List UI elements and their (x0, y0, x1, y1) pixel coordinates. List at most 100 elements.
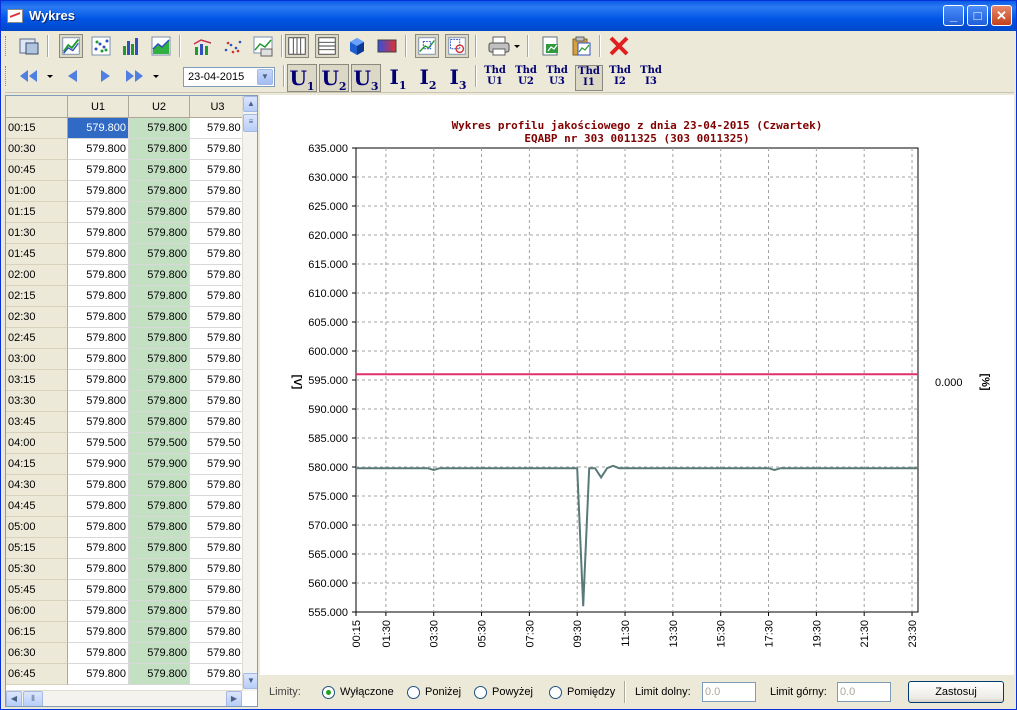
column-header-u2[interactable]: U2 (129, 96, 190, 118)
radio-above[interactable] (474, 686, 487, 699)
scroll-right-icon[interactable]: ▶ (226, 691, 242, 706)
table-row[interactable]: 00:30 579.800 579.800 579.80 (6, 139, 246, 160)
u1-cell[interactable]: 579.800 (68, 139, 129, 160)
time-cell[interactable]: 00:45 (6, 160, 68, 181)
table-row[interactable]: 00:15 579.800 579.800 579.80 (6, 118, 246, 139)
u1-cell[interactable]: 579.800 (68, 622, 129, 643)
u3-cell[interactable]: 579.80 (190, 664, 246, 685)
column-header-u1[interactable]: U1 (68, 96, 129, 118)
table-row[interactable]: 03:00 579.800 579.800 579.80 (6, 349, 246, 370)
copy-clipboard-icon[interactable] (569, 34, 593, 58)
bar-chart-icon[interactable] (119, 34, 143, 58)
time-cell[interactable]: 00:30 (6, 139, 68, 160)
table-row[interactable]: 05:45 579.800 579.800 579.80 (6, 580, 246, 601)
chevron-down-icon[interactable]: ▼ (257, 69, 273, 85)
time-cell[interactable]: 01:45 (6, 244, 68, 265)
table-row[interactable]: 06:00 579.800 579.800 579.80 (6, 601, 246, 622)
thd-u3-button[interactable]: Thd U3 (543, 65, 571, 91)
table-row[interactable]: 01:15 579.800 579.800 579.80 (6, 202, 246, 223)
hscroll-thumb[interactable]: ⦀ (23, 691, 43, 706)
u3-cell[interactable]: 579.50 (190, 433, 246, 454)
u1-cell[interactable]: 579.800 (68, 412, 129, 433)
previous-day-icon[interactable] (61, 64, 85, 88)
u3-cell[interactable]: 579.80 (190, 118, 246, 139)
table-row[interactable]: 06:30 579.800 579.800 579.80 (6, 643, 246, 664)
time-cell[interactable]: 05:45 (6, 580, 68, 601)
u3-cell[interactable]: 579.80 (190, 391, 246, 412)
vertical-scrollbar[interactable]: ▲ ≡ ▼ (242, 96, 257, 691)
u1-cell[interactable]: 579.800 (68, 643, 129, 664)
u2-cell[interactable]: 579.800 (129, 139, 190, 160)
u2-cell[interactable]: 579.800 (129, 223, 190, 244)
u2-cell[interactable]: 579.900 (129, 454, 190, 475)
u1-cell[interactable]: 579.800 (68, 265, 129, 286)
u2-cell[interactable]: 579.800 (129, 559, 190, 580)
time-cell[interactable]: 04:15 (6, 454, 68, 475)
table-row[interactable]: 02:00 579.800 579.800 579.80 (6, 265, 246, 286)
time-cell[interactable]: 04:00 (6, 433, 68, 454)
time-cell[interactable]: 03:15 (6, 370, 68, 391)
time-cell[interactable]: 03:30 (6, 391, 68, 412)
u3-cell[interactable]: 579.80 (190, 286, 246, 307)
u2-cell[interactable]: 579.800 (129, 496, 190, 517)
close-window-button[interactable]: ✕ (991, 5, 1012, 26)
u2-cell[interactable]: 579.500 (129, 433, 190, 454)
time-cell[interactable]: 02:45 (6, 328, 68, 349)
u1-cell[interactable]: 579.800 (68, 559, 129, 580)
table-row[interactable]: 05:00 579.800 579.800 579.80 (6, 517, 246, 538)
u3-cell[interactable]: 579.80 (190, 265, 246, 286)
u1-cell[interactable]: 579.800 (68, 664, 129, 685)
u2-cell[interactable]: 579.800 (129, 475, 190, 496)
upper-limit-input[interactable]: 0.0 (837, 682, 891, 702)
u3-cell[interactable]: 579.80 (190, 202, 246, 223)
i3-button[interactable]: I3 (443, 64, 473, 92)
u1-cell[interactable]: 579.800 (68, 391, 129, 412)
time-cell[interactable]: 02:30 (6, 307, 68, 328)
u1-cell[interactable]: 579.800 (68, 202, 129, 223)
3d-view-icon[interactable] (345, 34, 369, 58)
u3-cell[interactable]: 579.80 (190, 160, 246, 181)
time-cell[interactable]: 02:15 (6, 286, 68, 307)
time-cell[interactable]: 06:00 (6, 601, 68, 622)
u3-cell[interactable]: 579.80 (190, 328, 246, 349)
radio-between-label[interactable]: Pomiędzy (567, 686, 615, 698)
points-chart-icon[interactable] (221, 34, 245, 58)
time-cell[interactable]: 01:15 (6, 202, 68, 223)
i2-button[interactable]: I2 (413, 64, 443, 92)
u3-cell[interactable]: 579.80 (190, 181, 246, 202)
table-row[interactable]: 01:45 579.800 579.800 579.80 (6, 244, 246, 265)
table-row[interactable]: 04:00 579.500 579.500 579.50 (6, 433, 246, 454)
u2-cell[interactable]: 579.800 (129, 307, 190, 328)
u2-cell[interactable]: 579.800 (129, 118, 190, 139)
radio-off[interactable] (322, 686, 335, 699)
zoom-chart-icon[interactable] (415, 34, 439, 58)
background-color-icon[interactable] (375, 34, 399, 58)
u3-cell[interactable]: 579.80 (190, 643, 246, 664)
u3-cell[interactable]: 579.90 (190, 454, 246, 475)
time-cell[interactable]: 03:00 (6, 349, 68, 370)
column-header-u3[interactable]: U3 (190, 96, 246, 118)
table-row[interactable]: 03:15 579.800 579.800 579.80 (6, 370, 246, 391)
u1-cell[interactable]: 579.800 (68, 349, 129, 370)
u3-cell[interactable]: 579.80 (190, 622, 246, 643)
table-row[interactable]: 06:15 579.800 579.800 579.80 (6, 622, 246, 643)
u3-cell[interactable]: 579.80 (190, 601, 246, 622)
u2-cell[interactable]: 579.800 (129, 349, 190, 370)
i1-button[interactable]: I1 (383, 64, 413, 92)
u2-cell[interactable]: 579.800 (129, 601, 190, 622)
u1-cell[interactable]: 579.800 (68, 286, 129, 307)
table-row[interactable]: 03:30 579.800 579.800 579.80 (6, 391, 246, 412)
forward-last-icon[interactable] (123, 64, 161, 88)
time-cell[interactable]: 05:30 (6, 559, 68, 580)
u1-cell[interactable]: 579.800 (68, 601, 129, 622)
u3-cell[interactable]: 579.80 (190, 580, 246, 601)
u2-cell[interactable]: 579.800 (129, 160, 190, 181)
u1-cell[interactable]: 579.800 (68, 517, 129, 538)
line-chart-icon[interactable] (59, 34, 83, 58)
thd-u2-button[interactable]: Thd U2 (512, 65, 540, 91)
thd-i3-button[interactable]: Thd I3 (637, 65, 665, 91)
u1-cell[interactable]: 579.800 (68, 223, 129, 244)
u1-cell[interactable]: 579.800 (68, 244, 129, 265)
time-cell[interactable]: 04:30 (6, 475, 68, 496)
u1-cell[interactable]: 579.500 (68, 433, 129, 454)
